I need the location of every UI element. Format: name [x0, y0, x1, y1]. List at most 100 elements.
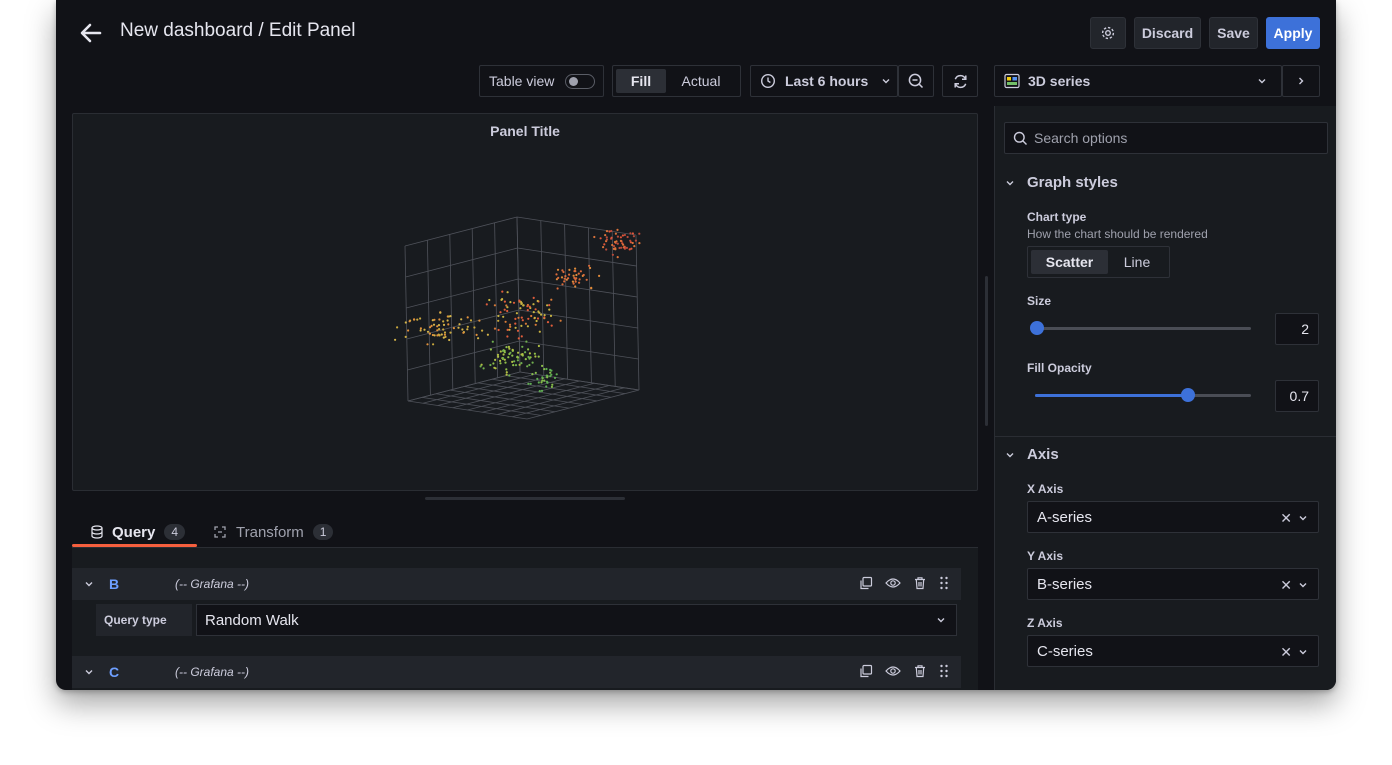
scatter-point	[506, 328, 509, 331]
scatter-point	[520, 324, 523, 327]
scatter-point	[546, 381, 549, 384]
scatter-point	[540, 381, 543, 384]
chart-type-scatter[interactable]: Scatter	[1031, 250, 1108, 274]
x-axis-label: X Axis	[1027, 482, 1064, 496]
query-row-header[interactable]: B (-- Grafana --)	[72, 568, 961, 600]
scatter-point	[497, 355, 500, 358]
trash-icon[interactable]	[913, 576, 927, 590]
query-type-select[interactable]: Random Walk	[196, 604, 957, 636]
graph-styles-section-header[interactable]: Graph styles	[1005, 174, 1118, 191]
chevron-down-icon[interactable]	[84, 579, 94, 589]
scatter-point	[577, 272, 580, 275]
discard-button[interactable]: Discard	[1134, 17, 1201, 49]
scatter-point	[520, 302, 523, 305]
scatter-point	[505, 371, 508, 374]
fill-opacity-slider-thumb[interactable]	[1181, 388, 1196, 402]
clear-icon[interactable]: ✕	[1280, 577, 1292, 594]
scatter-point	[404, 335, 407, 338]
duplicate-icon[interactable]	[859, 576, 873, 590]
scatter-point	[449, 331, 452, 334]
size-input[interactable]: 2	[1275, 313, 1319, 345]
query-row-header[interactable]: C (-- Grafana --)	[72, 656, 961, 688]
visualization-picker[interactable]: 3D series	[994, 65, 1282, 97]
scatter-point	[519, 307, 522, 310]
fill-opacity-label: Fill Opacity	[1027, 361, 1092, 375]
scatter-point	[525, 340, 528, 343]
trash-icon[interactable]	[913, 664, 927, 678]
scatter-point	[527, 348, 530, 351]
clear-icon[interactable]: ✕	[1280, 510, 1292, 527]
scatter-point	[426, 343, 429, 346]
size-slider[interactable]	[1030, 321, 1251, 335]
scatter-point	[534, 355, 537, 358]
chevron-down-icon	[1006, 452, 1014, 457]
back-arrow-icon[interactable]	[78, 20, 104, 46]
actual-option[interactable]: Actual	[666, 69, 736, 93]
scatter-point	[545, 385, 548, 388]
size-slider-thumb[interactable]	[1030, 321, 1044, 335]
scatter-point	[605, 230, 609, 233]
scatter-point	[553, 376, 557, 379]
query-count-badge: 4	[164, 524, 186, 540]
tab-transform[interactable]: Transform 1	[213, 517, 334, 547]
options-pane-scrollbar[interactable]	[985, 276, 988, 426]
apply-button[interactable]: Apply	[1266, 17, 1320, 49]
refresh-button[interactable]	[942, 65, 978, 97]
y-axis-select[interactable]: B-series ✕	[1027, 568, 1319, 600]
time-range-picker[interactable]: Last 6 hours	[750, 65, 898, 97]
scatter-point	[436, 329, 439, 332]
scatter-point	[550, 369, 553, 372]
scatter-point	[574, 267, 577, 270]
scatter-point	[568, 268, 571, 271]
tab-query-label: Query	[112, 523, 156, 541]
toggle-options-pane-button[interactable]	[1282, 65, 1320, 97]
scatter-point	[618, 246, 621, 250]
eye-icon[interactable]	[885, 576, 901, 590]
zoom-out-button[interactable]	[898, 65, 934, 97]
chevron-down-icon	[937, 618, 945, 623]
scatter-point	[442, 328, 445, 331]
pane-resize-handle[interactable]	[425, 497, 625, 500]
axis-section-header[interactable]: Axis	[1005, 446, 1059, 463]
z-axis-select[interactable]: C-series ✕	[1027, 635, 1319, 667]
eye-icon[interactable]	[885, 664, 901, 678]
search-options-input[interactable]: Search options	[1004, 122, 1328, 154]
fill-option[interactable]: Fill	[616, 69, 666, 93]
clear-icon[interactable]: ✕	[1280, 644, 1292, 661]
scatter-point	[505, 368, 508, 371]
scatter-point	[447, 323, 450, 326]
table-view-switch[interactable]	[565, 74, 595, 89]
scatter-point	[556, 268, 560, 271]
x-axis-value: A-series	[1037, 508, 1093, 526]
save-button[interactable]: Save	[1209, 17, 1258, 49]
chart-type-line[interactable]: Line	[1108, 250, 1166, 274]
query-letter: B	[109, 576, 120, 592]
scatter-point	[605, 238, 609, 241]
scatter-point	[442, 323, 446, 326]
scatter-point	[613, 240, 617, 244]
scatter-point	[556, 287, 559, 290]
scatter-point	[493, 327, 497, 330]
drag-handle-icon[interactable]	[939, 576, 949, 590]
scatter-point	[567, 277, 570, 280]
scatter-point	[540, 313, 543, 316]
scatter-point	[532, 296, 535, 299]
tab-query[interactable]: Query 4	[90, 517, 186, 547]
scatter-point	[505, 304, 508, 307]
drag-handle-icon[interactable]	[939, 664, 949, 678]
scatter-point	[537, 344, 540, 348]
table-view-label: Table view	[489, 73, 555, 89]
duplicate-icon[interactable]	[859, 664, 873, 678]
chevron-down-icon[interactable]	[84, 667, 94, 677]
query-type-label: Query type	[96, 604, 192, 636]
axis-label: Axis	[1027, 446, 1059, 463]
scatter-point	[625, 246, 629, 249]
scatter-point	[443, 333, 446, 336]
scatter-point	[502, 353, 505, 356]
scatter-point	[502, 315, 505, 318]
fill-opacity-input[interactable]: 0.7	[1275, 380, 1319, 412]
panel-settings-button[interactable]	[1090, 17, 1126, 49]
table-view-toggle[interactable]: Table view	[479, 65, 604, 97]
fill-opacity-slider[interactable]	[1035, 388, 1251, 402]
x-axis-select[interactable]: A-series ✕	[1027, 501, 1319, 533]
